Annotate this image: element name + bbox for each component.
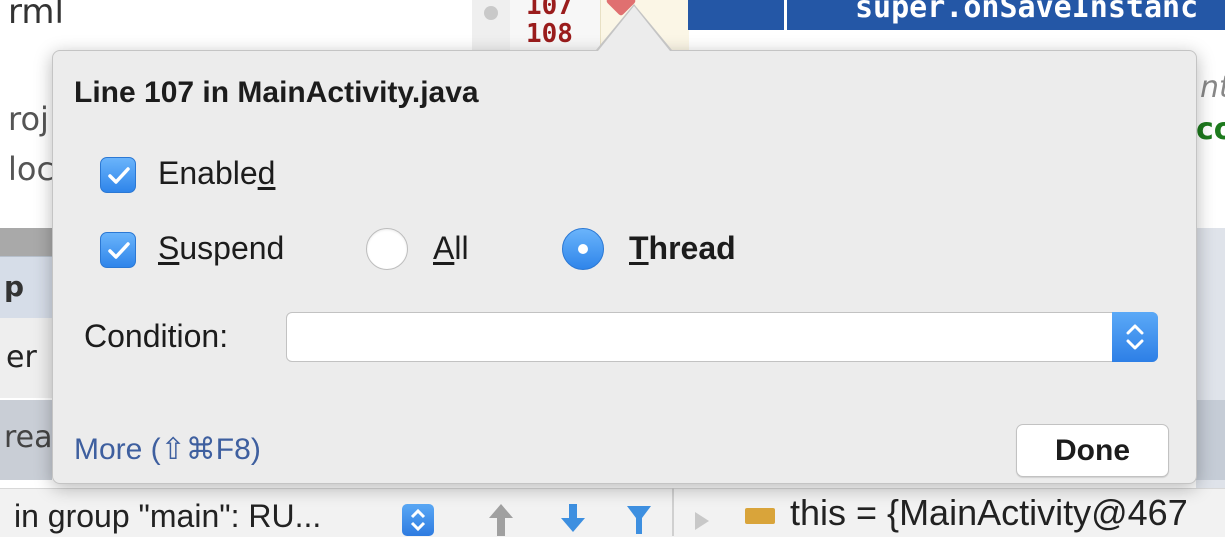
right-panel-header	[1196, 400, 1225, 480]
condition-input[interactable]	[286, 312, 1158, 362]
breakpoint-popup	[52, 50, 1197, 484]
editor-separator	[784, 0, 787, 30]
breakpoint-marker-icon[interactable]	[484, 6, 498, 20]
suspend-all-label[interactable]: All	[433, 230, 469, 267]
condition-label: Condition:	[84, 318, 229, 354]
project-panel-fragment: loc	[8, 150, 55, 188]
condition-history-button[interactable]	[1112, 312, 1158, 362]
suspend-thread-label-text: Thread	[629, 230, 736, 266]
more-link[interactable]: More (⇧⌘F8)	[74, 432, 261, 467]
arrow-down-icon[interactable]	[558, 500, 588, 536]
thread-selector-stepper[interactable]	[402, 504, 434, 536]
checkmark-icon	[108, 167, 130, 184]
project-panel-fragment: roj	[8, 100, 49, 138]
suspend-label[interactable]: Suspend	[158, 230, 284, 267]
code-line-text: super.onSaveInstanc	[855, 0, 1199, 25]
toolbar-band	[0, 228, 52, 256]
debug-tab-fragment[interactable]: p	[4, 270, 24, 303]
toolbar-separator	[672, 488, 674, 536]
suspend-all-radio[interactable]	[366, 228, 408, 270]
popup-title: Line 107 in MainActivity.java	[74, 76, 479, 109]
suspend-thread-radio[interactable]	[562, 228, 604, 270]
done-button[interactable]: Done	[1016, 424, 1169, 477]
enabled-label-text: Enabled	[158, 155, 276, 191]
filter-icon[interactable]	[624, 500, 654, 536]
checkmark-icon	[108, 242, 130, 259]
line-number: 108	[526, 19, 573, 49]
project-panel-fragment: rml	[8, 0, 64, 32]
suspend-checkbox[interactable]	[100, 232, 136, 268]
suspend-label-text: Suspend	[158, 230, 285, 266]
enabled-label[interactable]: Enabled	[158, 155, 275, 192]
expand-arrow-icon[interactable]	[692, 510, 712, 532]
thread-status-text: in group "main": RU...	[14, 498, 322, 534]
enabled-checkbox[interactable]	[100, 157, 136, 193]
chevron-up-down-icon	[410, 508, 426, 532]
line-numbers: 107 108	[510, 0, 600, 50]
popup-pointer-fill	[598, 6, 670, 51]
arrow-up-icon[interactable]	[486, 500, 516, 536]
threads-header-fragment: rea	[4, 420, 53, 455]
code-fragment: nt	[1200, 70, 1225, 105]
debug-panel-fragment: er	[6, 340, 37, 375]
field-icon	[745, 508, 775, 524]
suspend-thread-label[interactable]: Thread	[629, 230, 736, 267]
line-number: 107	[526, 0, 573, 21]
chevron-up-down-icon	[1126, 324, 1144, 350]
variable-text: this = {MainActivity@467	[790, 492, 1188, 533]
suspend-all-label-text: All	[433, 230, 469, 266]
code-fragment: co	[1196, 112, 1225, 147]
